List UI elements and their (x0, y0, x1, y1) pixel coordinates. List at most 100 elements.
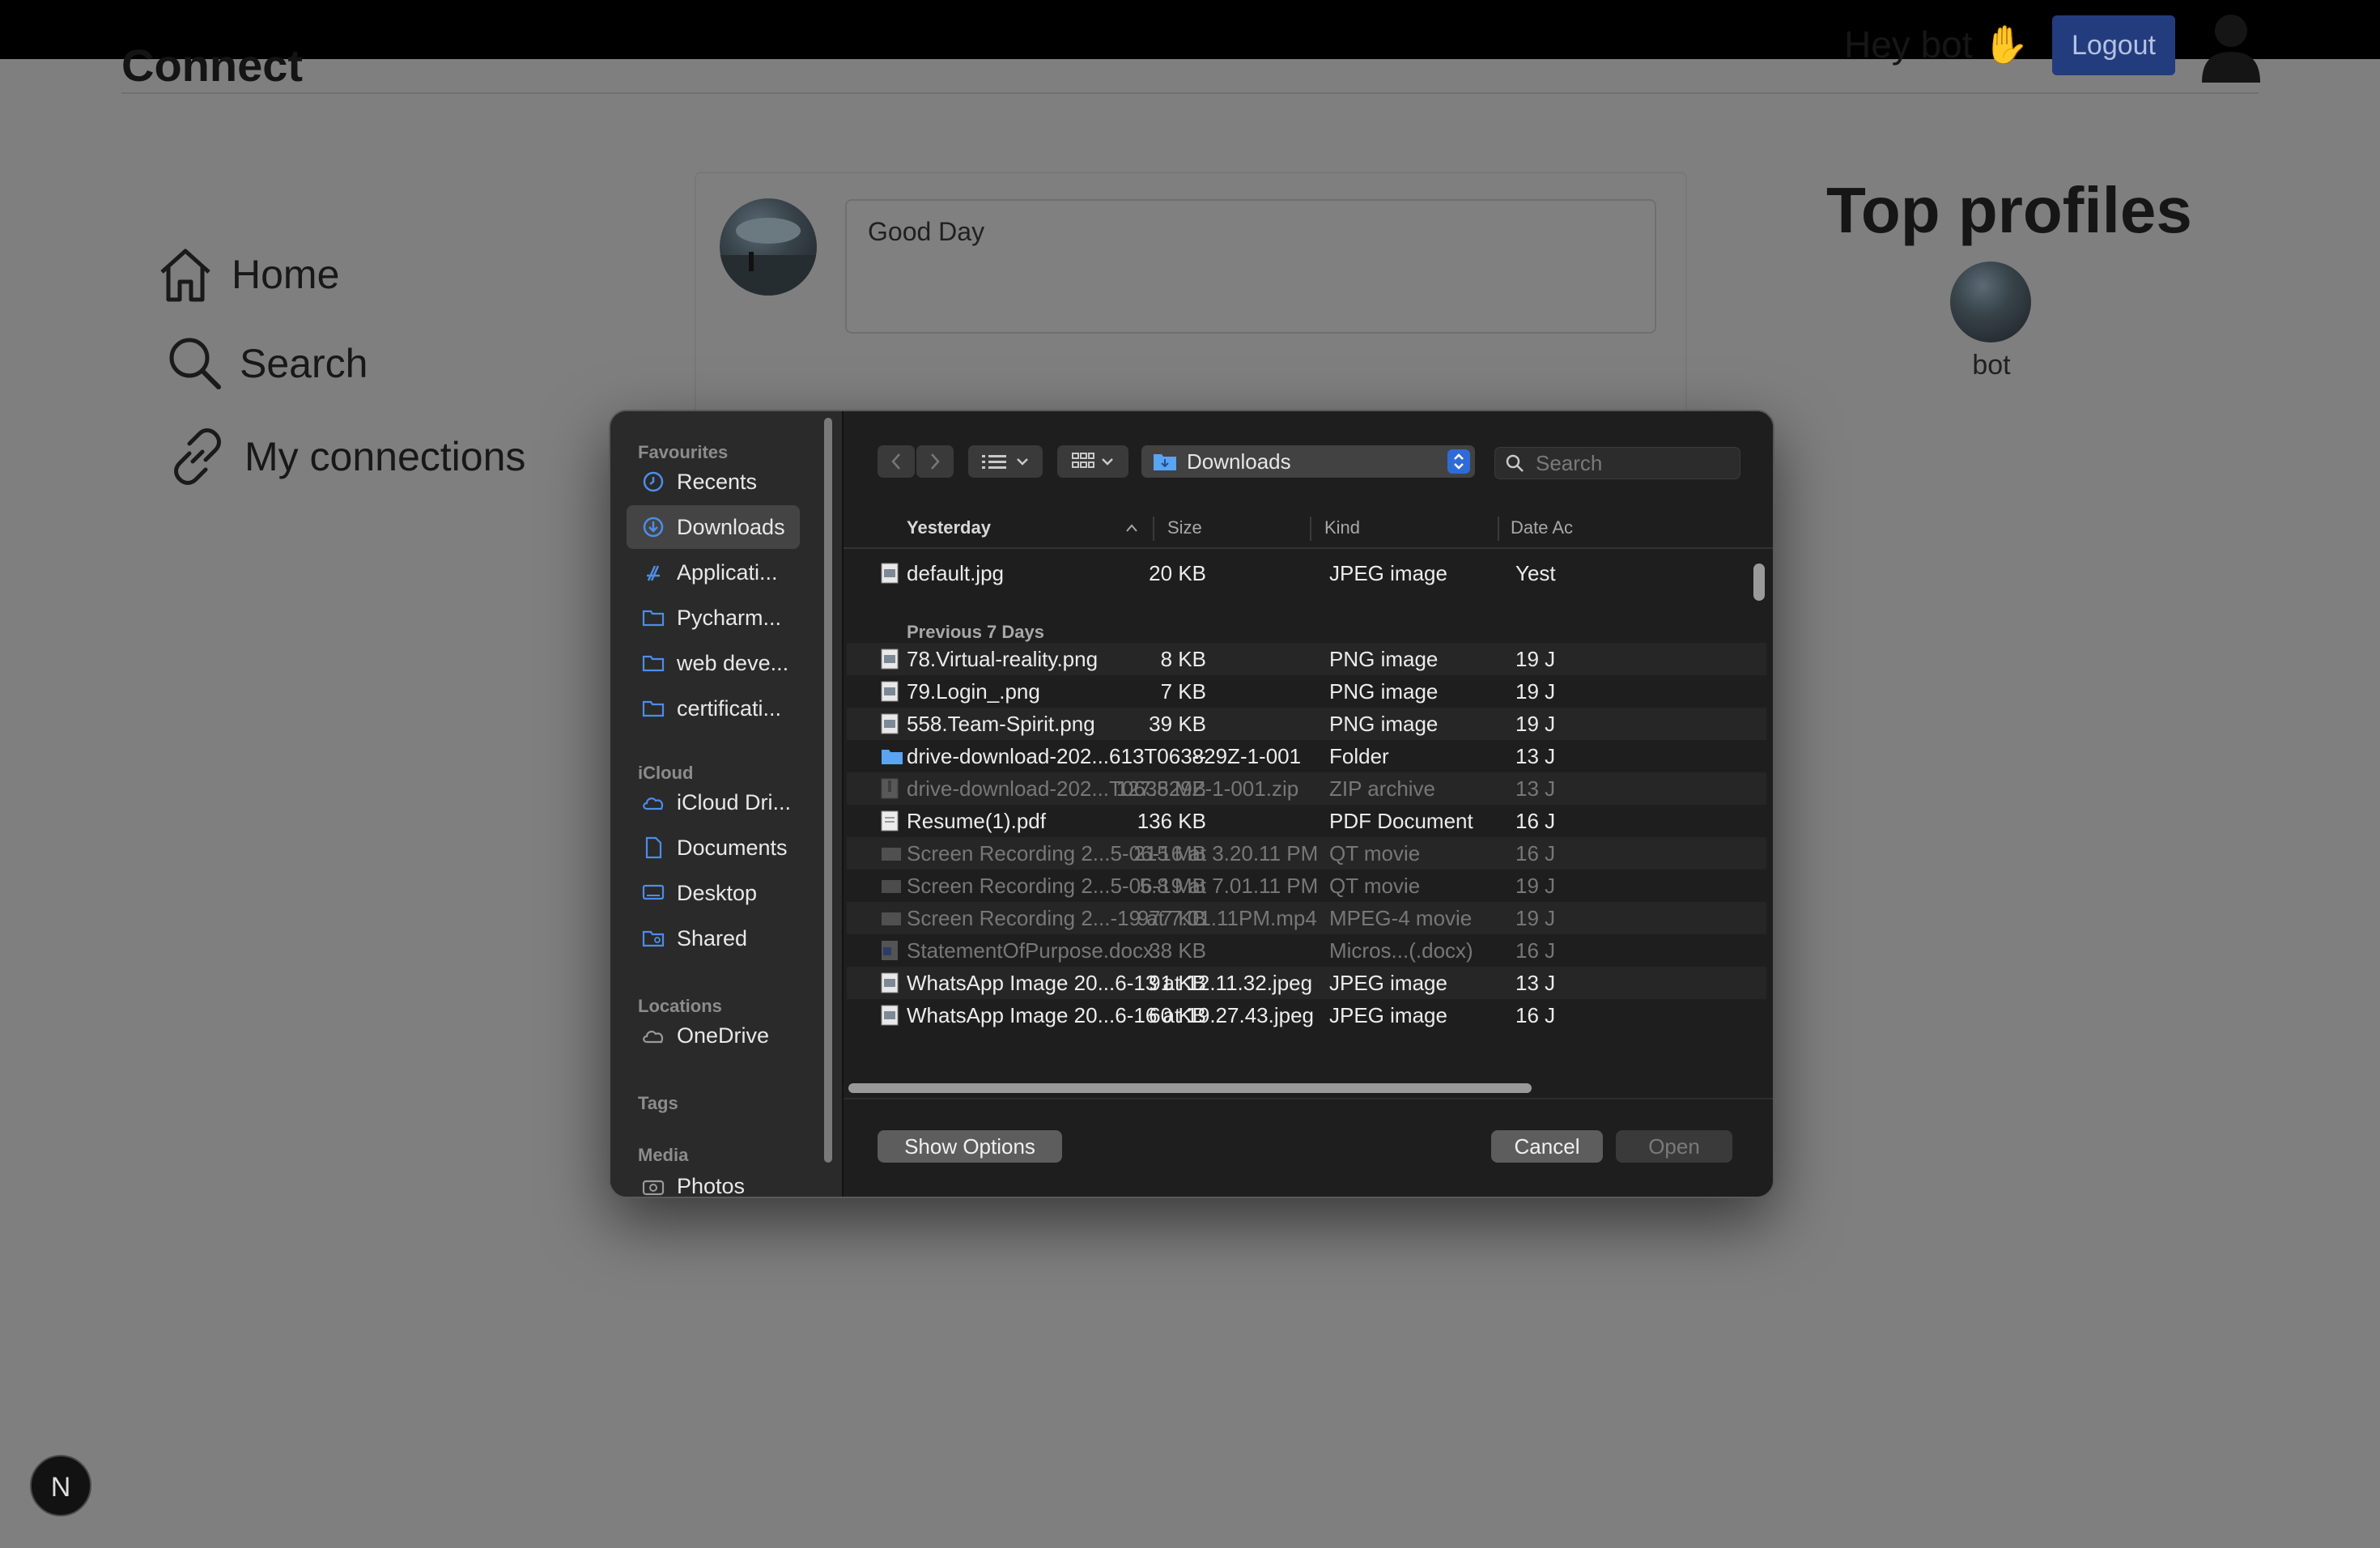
location-name: Downloads (1187, 449, 1291, 474)
file-kind: JPEG image (1329, 970, 1447, 995)
sidebar-item-label: web deve... (677, 650, 789, 675)
file-name: 558.Team-Spirit.png (907, 711, 1095, 736)
file-name: 79.Login_.png (907, 678, 1040, 704)
file-row[interactable]: Resume(1).pdf 136 KB PDF Document 16 J (847, 805, 1766, 837)
dialog-file-browser: Downloads Search Yesterday Size Kind Dat… (844, 411, 1773, 1197)
next-dev-badge[interactable]: N (30, 1455, 91, 1516)
sidebar-item-documents[interactable]: Documents (627, 826, 800, 870)
sidebar-item-shared[interactable]: Shared (627, 916, 800, 960)
sidebar-item-onedrive[interactable]: OneDrive (627, 1014, 800, 1057)
sidebar-item-certifications[interactable]: certificati... (627, 687, 800, 730)
file-kind: PNG image (1329, 646, 1439, 671)
column-header-name[interactable]: Yesterday (882, 512, 1111, 544)
sidebar-item-label: Shared (677, 925, 748, 950)
column-header-size[interactable]: Size (1167, 512, 1202, 544)
shared-folder-icon (641, 926, 665, 950)
pdf-file-icon (881, 810, 899, 831)
top-profile-name[interactable]: bot (1951, 350, 2032, 381)
file-date: 13 J (1515, 776, 1556, 801)
file-size: 8 KB (1160, 646, 1206, 671)
nav-search[interactable]: Search (167, 335, 368, 392)
image-file-icon (881, 681, 899, 702)
sidebar-item-label: OneDrive (677, 1023, 770, 1048)
file-row[interactable]: WhatsApp Image 20...6-16 at 19.27.43.jpe… (847, 999, 1766, 1031)
open-button[interactable]: Open (1616, 1130, 1732, 1163)
file-date: 19 J (1515, 711, 1556, 736)
sidebar-item-desktop[interactable]: Desktop (627, 871, 800, 915)
file-date: 13 J (1515, 970, 1556, 995)
nav-home[interactable]: Home (155, 245, 339, 304)
file-row[interactable]: Screen Recording 2...-19 at 7.01.11PM.mp… (847, 902, 1766, 934)
chevron-down-icon (1017, 458, 1028, 466)
movie-file-icon (881, 875, 901, 896)
file-kind: Folder (1329, 743, 1389, 768)
cloud-icon (641, 1023, 665, 1048)
sidebar-item-icloud-drive[interactable]: iCloud Dri... (627, 780, 800, 824)
back-button[interactable] (878, 445, 915, 478)
file-row[interactable]: drive-download-202...T063829Z-1-001.zip 1… (847, 772, 1766, 805)
file-size: 91 KB (1149, 970, 1206, 995)
cancel-button[interactable]: Cancel (1491, 1130, 1603, 1163)
folder-icon (881, 746, 903, 767)
file-kind: PDF Document (1329, 808, 1473, 833)
file-row[interactable]: Screen Recording 2...5-06-19 at 7.01.11 … (847, 870, 1766, 902)
show-options-button[interactable]: Show Options (878, 1130, 1062, 1163)
brand-logo[interactable]: Connect (121, 39, 303, 91)
sidebar-item-recents[interactable]: Recents (627, 460, 800, 504)
search-field[interactable]: Search (1494, 447, 1740, 479)
sidebar-item-photos[interactable]: Photos (627, 1164, 800, 1197)
file-kind: JPEG image (1329, 1002, 1447, 1027)
list-view-button[interactable] (968, 445, 1043, 478)
column-separator (1153, 517, 1154, 541)
grid-view-icon (1072, 453, 1094, 468)
file-row[interactable]: StatementOfPurpose.docx 38 KB Micros...(.d… (847, 934, 1766, 967)
file-name: Resume(1).pdf (907, 808, 1046, 833)
sidebar-item-downloads[interactable]: Downloads (627, 505, 800, 549)
file-size: -- (1192, 743, 1206, 768)
top-profiles-title: Top profiles (1826, 174, 2192, 246)
file-kind: ZIP archive (1329, 776, 1436, 801)
header-divider (844, 547, 1773, 549)
sort-ascending-icon (1126, 524, 1137, 532)
file-row[interactable]: default.jpg 20 KB JPEG image Yest (847, 557, 1766, 589)
file-row[interactable]: 78.Virtual-reality.png 8 KB PNG image 19 J (847, 643, 1766, 675)
column-header-date[interactable]: Date Ac (1511, 512, 1770, 544)
file-row[interactable]: 558.Team-Spirit.png 39 KB PNG image 19 J (847, 708, 1766, 740)
link-icon (174, 428, 221, 485)
logout-button[interactable]: Logout (2052, 15, 2175, 75)
nav-search-label: Search (240, 341, 368, 386)
nav-home-label: Home (232, 252, 340, 297)
file-name: WhatsApp Image 20...6-16 at 19.27.43.jpe… (907, 1002, 1315, 1027)
post-avatar (720, 198, 817, 296)
file-row[interactable]: drive-download-202...613T063829Z-1-001 --… (847, 740, 1766, 772)
image-file-icon (881, 972, 899, 993)
file-date: 19 J (1515, 873, 1556, 898)
grid-view-button[interactable] (1057, 445, 1128, 478)
clock-icon (641, 470, 665, 494)
sidebar-item-web-dev[interactable]: web deve... (627, 641, 800, 685)
sidebar-scrollbar[interactable] (824, 418, 832, 1163)
sidebar-item-pycharm[interactable]: Pycharm... (627, 596, 800, 640)
search-icon (1506, 454, 1524, 472)
column-header-kind[interactable]: Kind (1324, 512, 1360, 544)
file-size: 20 KB (1149, 560, 1206, 585)
file-row[interactable]: 79.Login_.png 7 KB PNG image 19 J (847, 675, 1766, 708)
file-row[interactable]: Screen Recording 2...5-06-16 at 3.20.11 … (847, 837, 1766, 870)
location-popup[interactable]: Downloads (1141, 445, 1475, 478)
post-text-input[interactable]: Good Day (845, 199, 1656, 334)
user-avatar-icon[interactable] (2200, 13, 2262, 83)
top-profile-avatar[interactable] (1950, 262, 2031, 342)
horizontal-scrollbar[interactable] (848, 1083, 1532, 1093)
file-row[interactable]: WhatsApp Image 20...6-13 at 12.11.32.jpe… (847, 967, 1766, 999)
sidebar-item-label: Pycharm... (677, 605, 782, 630)
desktop-icon (641, 881, 665, 905)
sidebar-item-label: Recents (677, 469, 758, 494)
vertical-scrollbar[interactable] (1753, 563, 1765, 601)
search-placeholder: Search (1536, 450, 1603, 475)
nav-my-connections[interactable]: My connections (167, 426, 525, 487)
file-date: Yest (1515, 560, 1556, 585)
sidebar-item-label: Documents (677, 835, 788, 860)
forward-button[interactable] (916, 445, 954, 478)
sidebar-item-applications[interactable]: Applicati... (627, 551, 800, 594)
file-name: default.jpg (907, 560, 1004, 585)
